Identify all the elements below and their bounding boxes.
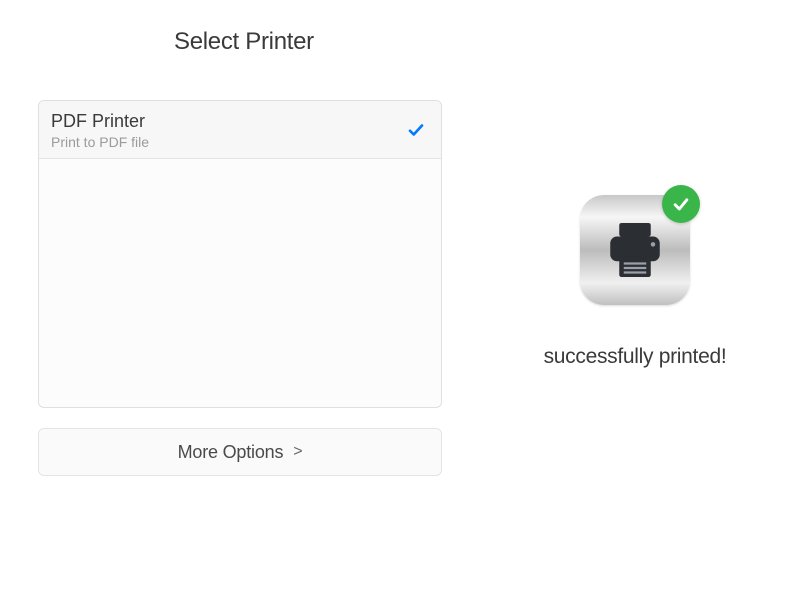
- printer-list: PDF Printer Print to PDF file: [38, 100, 442, 408]
- printer-app-icon: [580, 195, 690, 305]
- success-check-icon: [662, 185, 700, 223]
- chevron-right-icon: >: [293, 443, 302, 461]
- printer-icon: [599, 214, 671, 286]
- printer-list-item[interactable]: PDF Printer Print to PDF file: [39, 101, 441, 159]
- success-panel: successfully printed!: [510, 195, 760, 369]
- checkmark-icon: [407, 121, 425, 139]
- printer-description: Print to PDF file: [51, 134, 149, 150]
- more-options-label: More Options: [178, 442, 284, 463]
- printer-name: PDF Printer: [51, 111, 149, 133]
- more-options-button[interactable]: More Options >: [38, 428, 442, 476]
- page-title: Select Printer: [174, 28, 314, 56]
- success-message: successfully printed!: [510, 345, 760, 369]
- printer-item-text: PDF Printer Print to PDF file: [51, 111, 149, 150]
